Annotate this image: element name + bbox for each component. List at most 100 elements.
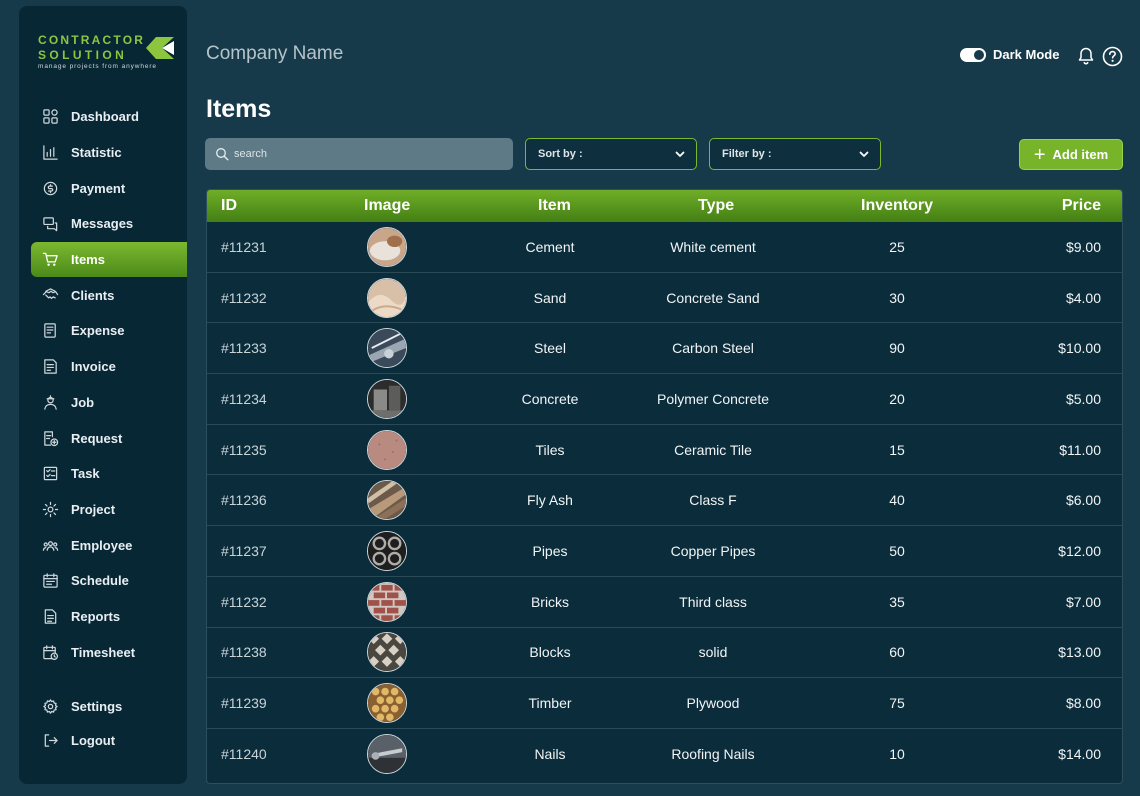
column-header-price[interactable]: Price [1062,197,1101,215]
item-price: $4.00 [1065,289,1101,306]
table-row[interactable]: #11239 Timber Plywood 75 $8.00 [207,678,1122,729]
table-row[interactable]: #11232 Sand Concrete Sand 30 $4.00 [207,273,1122,324]
task-icon [41,465,59,483]
sidebar-item-task[interactable]: Task [19,456,187,492]
item-inventory: 50 [889,542,905,559]
brand-tagline: manage projects from anywhere [38,63,157,70]
logout-icon [41,731,59,749]
sidebar-item-label: Messages [71,216,134,232]
gear-icon [41,697,59,715]
column-header-id[interactable]: ID [221,197,237,215]
sidebar-item-settings[interactable]: Settings [19,689,187,723]
sidebar-item-job[interactable]: Job [19,385,187,421]
item-price: $7.00 [1065,593,1101,610]
table-row[interactable]: #11232 Bricks Third class 35 $7.00 [207,577,1122,628]
item-name: Nails [534,746,566,763]
item-inventory: 30 [889,289,905,306]
item-name: Blocks [529,644,571,661]
item-name: Timber [528,695,572,712]
sidebar-item-label: Project [71,501,116,517]
column-header-inventory[interactable]: Inventory [861,197,933,215]
item-name: Pipes [532,542,568,559]
table-header: ID Image Item Type Inventory Price [207,190,1122,222]
request-icon [41,429,59,447]
report-icon [41,607,59,625]
help-icon[interactable] [1102,46,1123,67]
dark-mode-toggle[interactable]: Dark Mode [960,47,1059,62]
item-thumbnail [367,277,407,318]
item-thumbnail [367,328,407,369]
table-body: #11231 Cement White cement 25 $9.00 #112… [207,222,1122,780]
sort-dropdown[interactable]: Sort by : [525,138,697,170]
sidebar-item-invoice[interactable]: Invoice [19,349,187,385]
item-thumbnail [367,226,407,267]
sidebar-item-employee[interactable]: Employee [19,527,187,563]
table-row[interactable]: #11240 Nails Roofing Nails 10 $14.00 [207,729,1122,780]
item-price: $14.00 [1058,746,1101,763]
item-thumbnail [367,581,407,622]
column-header-type[interactable]: Type [698,197,734,215]
sidebar-item-expense[interactable]: Expense [19,313,187,349]
sidebar-item-dashboard[interactable]: Dashboard [19,99,187,135]
table-row[interactable]: #11236 Fly Ash Class F 40 $6.00 [207,475,1122,527]
item-id: #11239 [221,695,267,712]
toggle-switch-icon[interactable] [960,47,986,62]
column-header-image[interactable]: Image [364,197,410,215]
table-row[interactable]: #11234 Concrete Polymer Concrete 20 $5.0… [207,374,1122,425]
chart-icon [41,144,59,162]
item-id: #11234 [221,390,267,407]
sidebar-item-label: Invoice [71,359,116,375]
item-inventory: 90 [889,340,905,357]
item-price: $12.00 [1058,542,1101,559]
item-thumbnail [367,734,407,775]
sidebar-item-messages[interactable]: Messages [19,206,187,242]
calendar-icon [41,572,59,590]
sidebar-item-request[interactable]: Request [19,420,187,456]
sidebar-item-label: Schedule [71,573,129,589]
sidebar-item-clients[interactable]: Clients [19,277,187,313]
add-item-button[interactable]: + Add item [1019,139,1123,170]
filter-dropdown[interactable]: Filter by : [709,138,881,170]
sidebar-item-payment[interactable]: Payment [19,170,187,206]
search-box[interactable] [205,138,513,170]
cart-icon [41,251,59,269]
sidebar-item-label: Logout [71,732,116,748]
sidebar-item-statistic[interactable]: Statistic [19,135,187,171]
sidebar-item-project[interactable]: Project [19,492,187,528]
column-header-item[interactable]: Item [538,197,571,215]
handshake-icon [41,286,59,304]
sidebar-item-label: Request [71,430,123,446]
item-name: Steel [534,340,566,357]
item-price: $13.00 [1058,644,1101,661]
item-inventory: 10 [889,746,905,763]
sidebar-item-logout[interactable]: Logout [19,723,187,757]
item-inventory: 75 [889,695,905,712]
item-price: $8.00 [1065,695,1101,712]
item-inventory: 35 [889,593,905,610]
chevron-down-icon [675,151,685,157]
timesheet-icon [41,643,59,661]
item-type: Polymer Concrete [656,390,770,407]
filter-label: Filter by : [722,148,772,160]
item-price: $10.00 [1058,340,1101,357]
sidebar-item-label: Timesheet [71,644,136,660]
sidebar-item-items[interactable]: Items [31,241,187,278]
invoice-icon [41,358,59,376]
table-row[interactable]: #11231 Cement White cement 25 $9.00 [207,222,1122,273]
item-id: #11235 [221,441,267,458]
brand-logo[interactable]: CONTRACTOR SOLUTION manage projects from… [38,33,178,77]
item-type: Ceramic Tile [674,441,752,458]
messages-icon [41,215,59,233]
sidebar-item-schedule[interactable]: Schedule [19,563,187,599]
chevron-down-icon [859,151,869,157]
table-row[interactable]: #11237 Pipes Copper Pipes 50 $12.00 [207,526,1122,577]
sidebar-item-reports[interactable]: Reports [19,599,187,635]
sidebar-item-timesheet[interactable]: Timesheet [19,634,187,670]
search-input[interactable] [234,148,494,160]
table-row[interactable]: #11238 Blocks solid 60 $13.00 [207,628,1122,679]
item-thumbnail [367,480,407,521]
bell-icon[interactable] [1076,46,1096,66]
logo-arrow-icon [146,37,174,59]
table-row[interactable]: #11233 Steel Carbon Steel 90 $10.00 [207,323,1122,375]
table-row[interactable]: #11235 Tiles Ceramic Tile 15 $11.00 [207,425,1122,476]
